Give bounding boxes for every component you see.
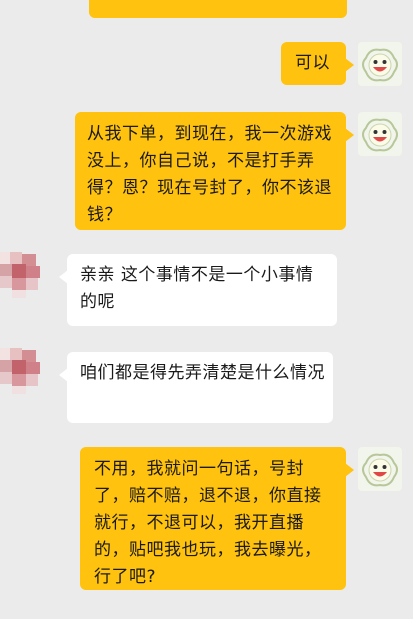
message-bubble-self-partial: [89, 0, 347, 18]
smiley-avatar-icon[interactable]: [358, 447, 402, 491]
pixelated-avatar-icon[interactable]: [0, 348, 46, 394]
message-text: 不用，我就问一句话，号封了，赔不赔，退不退，你直接就行，不退可以，我开直播的，贴…: [94, 459, 322, 587]
message-text: 可以: [295, 53, 330, 73]
smiley-avatar-icon[interactable]: [358, 112, 402, 156]
message-bubble-other: 亲亲 这个事情不是一个小事情的呢: [59, 254, 337, 326]
message-text: 从我下单，到现在，我一次游戏没上，你自己说，不是打手弄得？恩？现在号封了，你不该…: [87, 124, 332, 225]
message-text: 咱们都是得先弄清楚是什么情况: [80, 363, 325, 383]
message-bubble-self: 可以: [281, 42, 354, 85]
message-bubble-self: 从我下单，到现在，我一次游戏没上，你自己说，不是打手弄得？恩？现在号封了，你不该…: [75, 112, 354, 230]
message-bubble-other: 咱们都是得先弄清楚是什么情况: [59, 352, 333, 423]
message-text: 亲亲 这个事情不是一个小事情的呢: [80, 265, 314, 312]
smiley-avatar-icon[interactable]: [358, 42, 402, 86]
pixelated-avatar-icon[interactable]: [0, 252, 46, 298]
message-bubble-self: 不用，我就问一句话，号封了，赔不赔，退不退，你直接就行，不退可以，我开直播的，贴…: [80, 447, 354, 590]
